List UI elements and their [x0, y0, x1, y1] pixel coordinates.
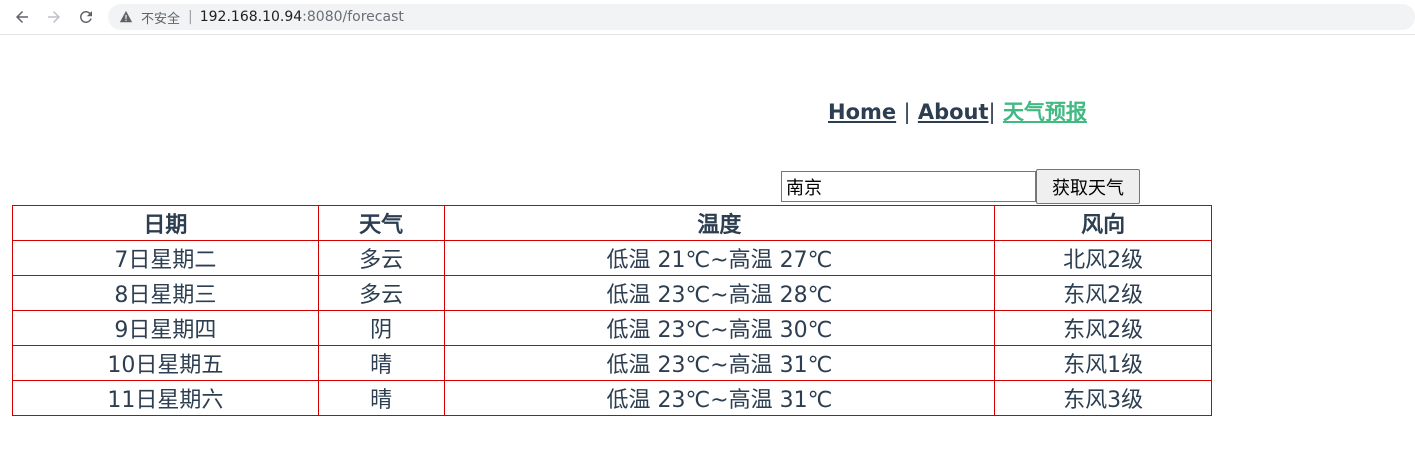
- cell-weather: 晴: [317, 380, 445, 416]
- cell-temperature: 低温 23℃~高温 28℃: [443, 275, 996, 311]
- forecast-table: 日期 天气 温度 风向 7日星期二 多云 低温 21℃~高温 27℃ 北风2级 …: [12, 205, 1212, 416]
- cell-weather: 阴: [317, 310, 445, 346]
- nav-divider: |: [903, 100, 911, 124]
- security-label: 不安全: [141, 11, 181, 27]
- cell-weather: 多云: [317, 275, 445, 311]
- back-button[interactable]: [10, 5, 34, 29]
- cell-date: 10日星期五: [12, 345, 319, 381]
- cell-temperature: 低温 23℃~高温 31℃: [443, 380, 996, 416]
- header-temperature: 温度: [443, 205, 996, 241]
- browser-toolbar: 不安全 | 192.168.10.94:8080/forecast: [0, 0, 1415, 35]
- cell-weather: 多云: [317, 240, 445, 276]
- reload-button[interactable]: [74, 5, 98, 29]
- arrow-left-icon: [16, 11, 28, 23]
- nav-link-about[interactable]: About: [918, 100, 989, 124]
- address-separator: |: [188, 9, 193, 25]
- cell-date: 8日星期三: [12, 275, 319, 311]
- url-path: :8080/forecast: [302, 9, 404, 25]
- cell-wind: 东风1级: [994, 345, 1212, 381]
- nav-link-forecast[interactable]: 天气预报: [1003, 100, 1087, 124]
- cell-date: 9日星期四: [12, 310, 319, 346]
- cell-weather: 晴: [317, 345, 445, 381]
- arrow-right-icon: [48, 11, 60, 23]
- get-weather-button[interactable]: 获取天气: [1036, 169, 1140, 204]
- cell-temperature: 低温 23℃~高温 30℃: [443, 310, 996, 346]
- header-wind: 风向: [994, 205, 1212, 241]
- forward-button[interactable]: [42, 5, 66, 29]
- cell-wind: 东风2级: [994, 275, 1212, 311]
- table-row: 9日星期四 阴 低温 23℃~高温 30℃ 东风2级: [12, 310, 1212, 346]
- table-row: 8日星期三 多云 低温 23℃~高温 28℃ 东风2级: [12, 275, 1212, 311]
- header-weather: 天气: [317, 205, 445, 241]
- reload-icon: [79, 10, 92, 23]
- cell-date: 7日星期二: [12, 240, 319, 276]
- nav-divider: |: [988, 100, 996, 124]
- url-host: 192.168.10.94: [199, 9, 303, 25]
- table-row: 7日星期二 多云 低温 21℃~高温 27℃ 北风2级: [12, 240, 1212, 276]
- table-row: 11日星期六 晴 低温 23℃~高温 31℃ 东风3级: [12, 380, 1212, 416]
- nav-link-home[interactable]: Home: [828, 100, 896, 124]
- address-bar[interactable]: 不安全 | 192.168.10.94:8080/forecast: [108, 4, 1415, 30]
- city-input[interactable]: [781, 171, 1036, 202]
- header-date: 日期: [12, 205, 319, 241]
- cell-temperature: 低温 23℃~高温 31℃: [443, 345, 996, 381]
- table-row: 10日星期五 晴 低温 23℃~高温 31℃ 东风1级: [12, 345, 1212, 381]
- cell-wind: 北风2级: [994, 240, 1212, 276]
- cell-wind: 东风2级: [994, 310, 1212, 346]
- page-nav: Home | About| 天气预报: [828, 96, 1087, 126]
- cell-date: 11日星期六: [12, 380, 319, 416]
- cell-wind: 东风3级: [994, 380, 1212, 416]
- warning-icon: [119, 9, 135, 25]
- cell-temperature: 低温 21℃~高温 27℃: [443, 240, 996, 276]
- table-header-row: 日期 天气 温度 风向: [12, 205, 1212, 241]
